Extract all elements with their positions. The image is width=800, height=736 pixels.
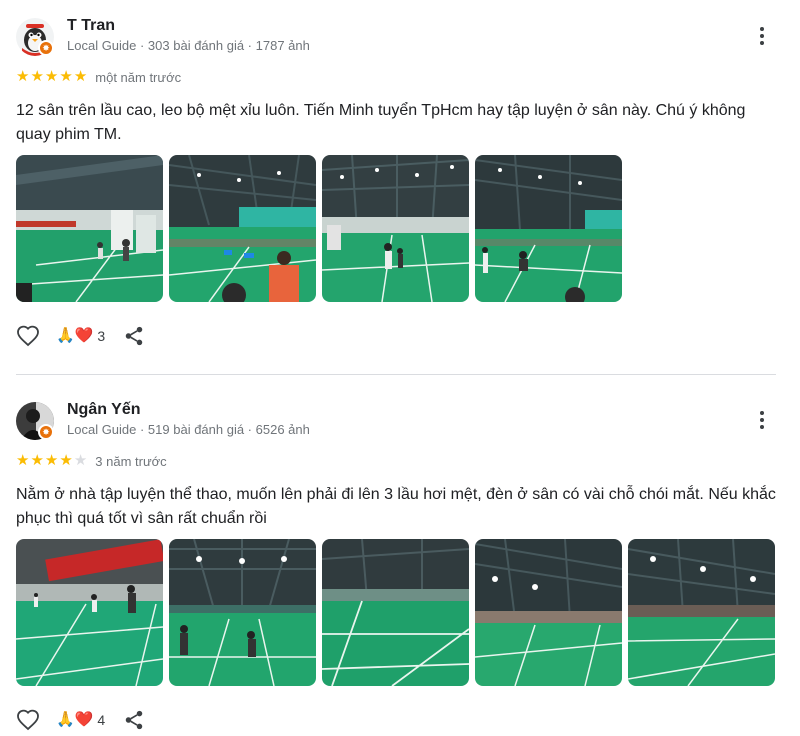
review-date: 3 năm trước <box>95 453 167 469</box>
review-text: 12 sân trên lầu cao, leo bộ mệt xỉu luôn… <box>16 102 746 143</box>
review-text: Nằm ở nhà tập luyện thể thao, muốn lên p… <box>16 486 776 527</box>
reaction-count: 3 <box>97 328 106 344</box>
star-icon: ★ <box>73 68 88 85</box>
share-icon[interactable] <box>123 709 145 731</box>
star-rating: ★ ★ ★ ★ ★ <box>16 453 87 469</box>
star-icon: ★ <box>16 452 30 469</box>
review-photo[interactable] <box>169 155 316 302</box>
star-empty-icon: ★ <box>73 452 88 469</box>
reactions[interactable]: 🙏❤️ 4 <box>56 711 105 729</box>
reaction-emoji: 🙏❤️ <box>56 327 94 344</box>
reviewer-name[interactable]: Ngân Yến <box>67 401 141 419</box>
rating: ★ ★ ★ ★ ★ một năm trước <box>16 68 181 86</box>
star-icon: ★ <box>30 68 44 85</box>
review-card: ✸ Ngân Yến Local Guide · 519 bài đánh gi… <box>16 400 776 736</box>
review-photo[interactable] <box>169 539 316 686</box>
star-icon: ★ <box>59 68 73 85</box>
local-guide-star-icon: ✸ <box>38 424 54 440</box>
star-icon: ★ <box>59 452 73 469</box>
reviewer-meta: Local Guide · 519 bài đánh giá · 6526 ản… <box>67 422 310 437</box>
review-header: ✸ Ngân Yến Local Guide · 519 bài đánh gi… <box>16 400 776 444</box>
photo-strip <box>16 155 622 302</box>
rating: ★ ★ ★ ★ ★ 3 năm trước <box>16 452 167 470</box>
reviewer-name[interactable]: T Tran <box>67 17 115 35</box>
review-photo[interactable] <box>16 155 163 302</box>
local-guide-star-icon: ✸ <box>38 40 54 56</box>
review-photo[interactable] <box>628 539 775 686</box>
reactions[interactable]: 🙏❤️ 3 <box>56 327 105 345</box>
photo-strip <box>16 539 775 686</box>
reviewer-meta: Local Guide · 303 bài đánh giá · 1787 ản… <box>67 38 310 53</box>
star-icon: ★ <box>30 452 44 469</box>
star-icon: ★ <box>44 452 59 469</box>
review-actions: 🙏❤️ 4 <box>16 707 145 733</box>
review-card: ✸ T Tran Local Guide · 303 bài đánh giá … <box>16 16 776 356</box>
star-rating: ★ ★ ★ ★ ★ <box>16 69 87 85</box>
review-photo[interactable] <box>322 539 469 686</box>
reaction-count: 4 <box>97 712 106 728</box>
review-date: một năm trước <box>95 69 182 85</box>
star-icon: ★ <box>44 68 59 85</box>
review-actions: 🙏❤️ 3 <box>16 323 145 349</box>
review-photo[interactable] <box>16 539 163 686</box>
more-vert-icon[interactable] <box>750 406 774 434</box>
review-photo[interactable] <box>475 155 622 302</box>
reaction-emoji: 🙏❤️ <box>56 711 94 728</box>
more-vert-icon[interactable] <box>750 22 774 50</box>
heart-outline-icon[interactable] <box>16 324 40 348</box>
review-photo[interactable] <box>475 539 622 686</box>
review-header: ✸ T Tran Local Guide · 303 bài đánh giá … <box>16 16 776 60</box>
review-divider <box>16 374 776 375</box>
review-photo[interactable] <box>322 155 469 302</box>
share-icon[interactable] <box>123 325 145 347</box>
heart-outline-icon[interactable] <box>16 708 40 732</box>
star-icon: ★ <box>16 68 30 85</box>
